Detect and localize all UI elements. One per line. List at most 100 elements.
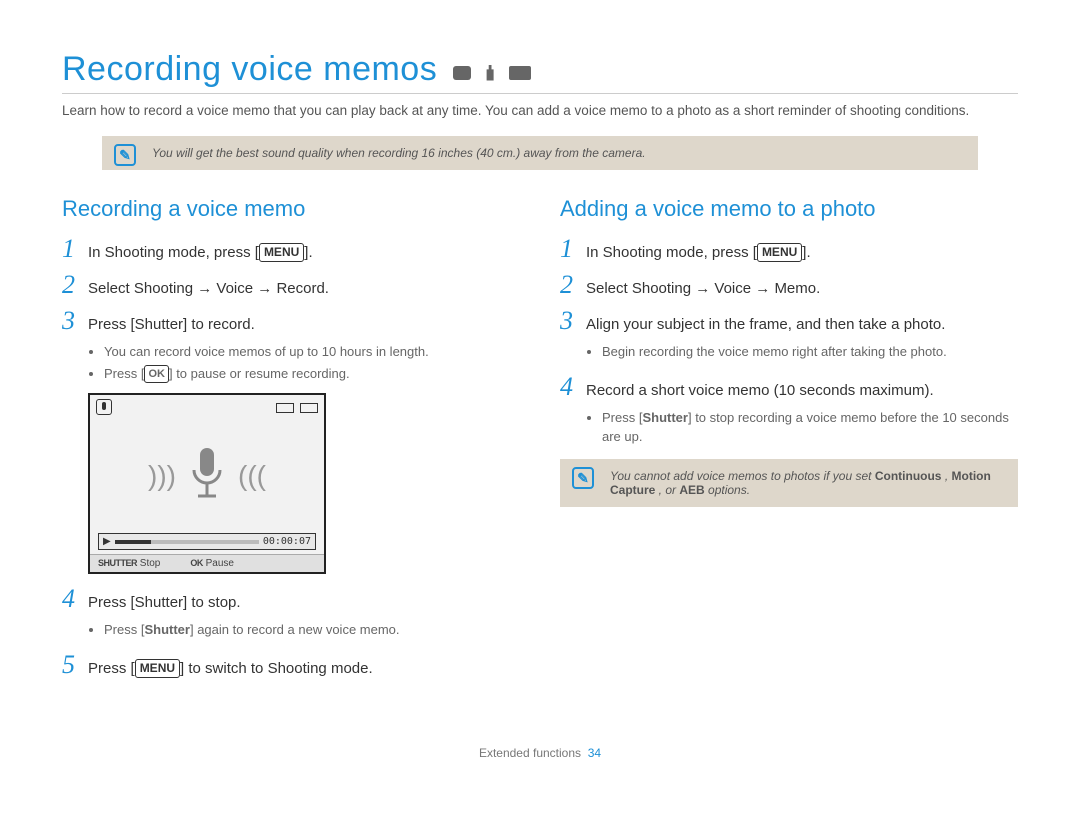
right-step-4: 4 Record a short voice memo (10 seconds … [560,372,1018,402]
microphone-icon [184,446,230,506]
right-step-2: 2 Select Shooting → Voice → Memo. [560,270,1018,300]
camera-screen-illustration: ))) ((( ▶ 00:00:07 SHUTTER [88,393,326,574]
ok-label: OK [190,558,203,568]
text: , [941,469,951,483]
sub-item: Press [OK] to pause or resume recording. [104,364,520,384]
play-icon: ▶ [103,536,111,547]
menu-button-icon: MENU [135,659,180,678]
step-body: In Shooting mode, press [MENU]. [88,242,313,263]
progress-track [115,540,259,544]
soundwave-right-icon: ((( [238,460,266,492]
page-title: Recording voice memos [62,50,1018,94]
step-number: 2 [62,270,88,300]
intro-paragraph: Learn how to record a voice memo that yo… [62,102,1018,121]
note-icon: ✎ [572,467,594,489]
card-icon [276,403,294,413]
step-body: Select Shooting → Voice → Memo. [586,278,820,299]
top-note-text: You will get the best sound quality when… [152,146,646,160]
step-body: Select Shooting → Voice → Record. [88,278,329,299]
step-body: Press [Shutter] to stop. [88,592,241,613]
shutter-label: SHUTTER [98,558,137,568]
text: In Shooting mode, press [ [586,244,757,261]
text: Press [ [104,622,144,637]
step-body: Align your subject in the frame, and the… [586,314,945,335]
ok-button-icon: OK [144,365,169,384]
bold-text: Continuous [875,469,942,483]
right-note-box: ✎ You cannot add voice memos to photos i… [560,459,1018,507]
step-number: 5 [62,650,88,680]
text: ]. [802,244,810,261]
bold-text: Shutter [144,622,190,637]
left-step-4: 4 Press [Shutter] to stop. [62,584,520,614]
right-step-3-sublist: Begin recording the voice memo right aft… [586,342,1018,362]
ok-pause-hint: OK Pause [190,558,234,569]
bold-text: AEB [679,483,704,497]
sub-item: Press [Shutter] to stop recording a voic… [602,408,1018,447]
step-number: 4 [560,372,586,402]
page-title-text: Recording voice memos [62,50,437,88]
text: Press [ [88,660,135,677]
text: options. [705,483,750,497]
step-body: Press [Shutter] to record. [88,314,255,335]
footer-section: Extended functions [479,746,581,760]
left-step-3: 3 Press [Shutter] to record. [62,306,520,336]
mode-icons-group [453,52,533,91]
text: , or [655,483,679,497]
scene-mode-icon [509,66,531,80]
hand-mode-icon [483,65,497,81]
menu-button-icon: MENU [757,243,802,262]
left-step-5: 5 Press [MENU] to switch to Shooting mod… [62,650,520,680]
left-heading: Recording a voice memo [62,196,520,222]
step-body: In Shooting mode, press [MENU]. [586,242,811,263]
step-body: Record a short voice memo (10 seconds ma… [586,380,934,401]
screen-topbar [90,395,324,421]
text: ]. [304,244,312,261]
step-body: Press [MENU] to switch to Shooting mode. [88,658,373,679]
mic-indicator-icon [96,399,112,415]
battery-icon [300,403,318,413]
progress-bar: ▶ 00:00:07 [98,533,316,550]
camera-mode-icon [453,66,471,80]
soundwave-left-icon: ))) [148,460,176,492]
screen-bottombar: SHUTTER Stop OK Pause [90,554,324,572]
text: ] to switch to Shooting mode. [180,660,373,677]
step-number: 2 [560,270,586,300]
top-note-box: ✎ You will get the best sound quality wh… [102,136,978,170]
text: You cannot add voice memos to photos if … [610,469,875,483]
page-footer: Extended functions 34 [62,746,1018,760]
text: ] again to record a new voice memo. [190,622,400,637]
bold-text: Shutter [642,410,688,425]
right-heading: Adding a voice memo to a photo [560,196,1018,222]
pause-text: Pause [206,558,234,569]
step-number: 3 [560,306,586,336]
step-number: 4 [62,584,88,614]
left-column: Recording a voice memo 1 In Shooting mod… [62,196,520,686]
left-step-2: 2 Select Shooting → Voice → Record. [62,270,520,300]
right-step-1: 1 In Shooting mode, press [MENU]. [560,234,1018,264]
step-number: 3 [62,306,88,336]
mic-graphic-area: ))) ((( [90,421,324,531]
left-step-4-sublist: Press [Shutter] again to record a new vo… [88,620,520,640]
left-step-3-sublist: You can record voice memos of up to 10 h… [88,342,520,383]
stop-text: Stop [140,558,161,569]
right-step-4-sublist: Press [Shutter] to stop recording a voic… [586,408,1018,447]
sub-item: You can record voice memos of up to 10 h… [104,342,520,362]
left-step-1: 1 In Shooting mode, press [MENU]. [62,234,520,264]
sub-item: Press [Shutter] again to record a new vo… [104,620,520,640]
menu-button-icon: MENU [259,243,304,262]
text: Press [ [104,366,144,381]
text: ] to pause or resume recording. [169,366,350,381]
text: In Shooting mode, press [ [88,244,259,261]
status-indicators [274,399,318,417]
right-column: Adding a voice memo to a photo 1 In Shoo… [560,196,1018,686]
step-number: 1 [560,234,586,264]
elapsed-time: 00:00:07 [263,536,311,547]
right-step-3: 3 Align your subject in the frame, and t… [560,306,1018,336]
text: Press [ [602,410,642,425]
two-column-layout: Recording a voice memo 1 In Shooting mod… [62,196,1018,686]
note-icon: ✎ [114,144,136,166]
shutter-stop-hint: SHUTTER Stop [98,558,160,569]
sub-item: Begin recording the voice memo right aft… [602,342,1018,362]
page-number: 34 [588,746,601,760]
step-number: 1 [62,234,88,264]
